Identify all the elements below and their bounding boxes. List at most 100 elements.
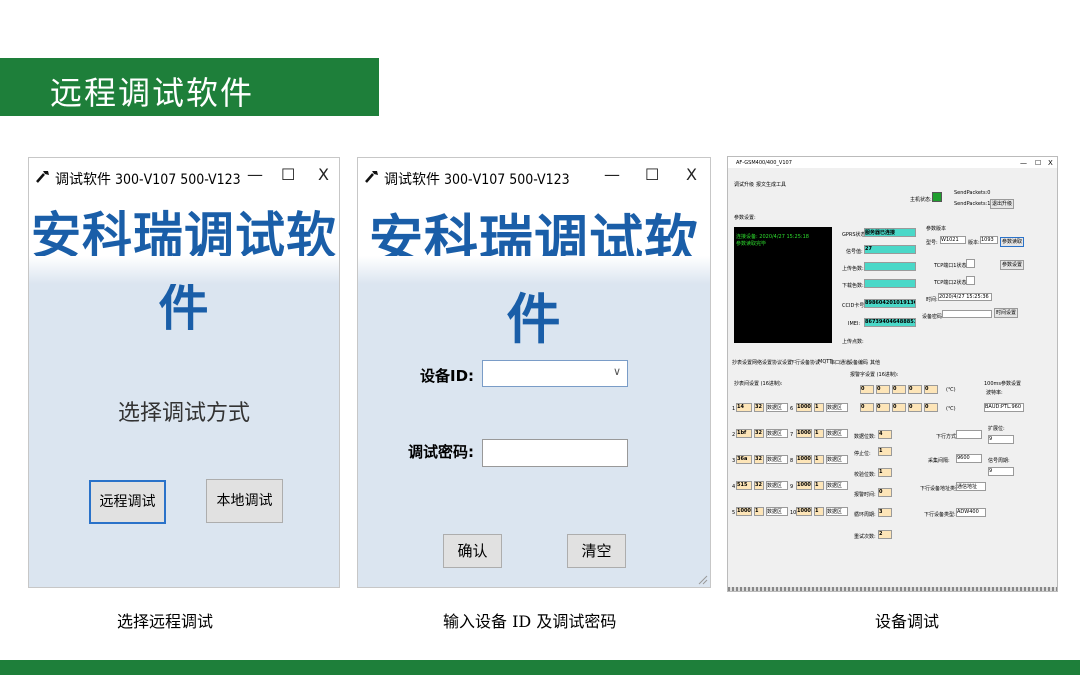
device-pw-field[interactable]: [942, 310, 992, 318]
alarm-word-field[interactable]: 0: [924, 403, 938, 412]
maximize-button[interactable]: ☐: [645, 165, 659, 184]
baud-select[interactable]: BAUD:PTL.960: [984, 403, 1024, 412]
exit-upgrade-button[interactable]: 退出升级: [990, 199, 1014, 209]
maximize-button[interactable]: ☐: [281, 165, 295, 184]
close-button[interactable]: X: [318, 165, 329, 184]
row-index: 7: [790, 432, 794, 438]
window-title-bar[interactable]: 调试软件 300-V107 500-V123 — ☐ X: [358, 158, 710, 194]
row-type-select[interactable]: 数据区: [766, 481, 788, 490]
row-length[interactable]: 1: [814, 429, 824, 438]
maximize-button[interactable]: ☐: [1035, 159, 1041, 167]
local-debug-button[interactable]: 本地调试: [206, 479, 283, 523]
tcp1-checkbox[interactable]: [966, 259, 975, 268]
retry-value[interactable]: 2: [878, 530, 892, 539]
alarm-word-field[interactable]: 0: [860, 403, 874, 412]
row-type-select[interactable]: 数据区: [766, 507, 788, 516]
row-address[interactable]: 36a: [736, 455, 752, 464]
downlink-mode-select[interactable]: [956, 430, 982, 439]
time-set-button[interactable]: 时间设置: [994, 308, 1018, 318]
row-type-select[interactable]: 数据区: [766, 429, 788, 438]
window-title-bar[interactable]: 调试软件 300-V107 500-V123 — ☐ X: [29, 158, 339, 194]
tab-protocol[interactable]: 协议设置: [772, 359, 792, 366]
row-address[interactable]: 14: [736, 403, 752, 412]
banner-fade: [358, 256, 710, 284]
row-length[interactable]: 32: [754, 481, 764, 490]
device-id-dropdown[interactable]: ∨: [482, 360, 628, 387]
row-length[interactable]: 32: [754, 455, 764, 464]
row-type-select[interactable]: 数据区: [826, 507, 848, 516]
check-value[interactable]: 1: [878, 468, 892, 477]
row-length[interactable]: 1: [814, 507, 824, 516]
alarm-word-field[interactable]: 0: [908, 403, 922, 412]
time-label: 时间:: [926, 297, 938, 303]
row-index: 5: [732, 510, 736, 516]
alarm-word-field[interactable]: 0: [892, 403, 906, 412]
tab-device-code[interactable]: 设备编码: [848, 359, 868, 366]
row-address[interactable]: 1000: [796, 481, 812, 490]
minimize-button[interactable]: —: [604, 165, 620, 184]
data-bits-value[interactable]: 4: [878, 430, 892, 439]
password-field[interactable]: [482, 439, 628, 467]
alarm-word-field[interactable]: 0: [876, 385, 890, 394]
row-type-select[interactable]: 数据区: [766, 403, 788, 412]
ext-select[interactable]: 9: [988, 435, 1014, 444]
alarm-word-field[interactable]: 0: [876, 403, 890, 412]
stop-bits-value[interactable]: 1: [878, 447, 892, 456]
menu-item-upgrade[interactable]: 调试升级: [734, 181, 754, 188]
tab-serial[interactable]: 串口通道: [830, 359, 850, 366]
alarm-word-field[interactable]: 0: [892, 385, 906, 394]
row-type-select[interactable]: 数据区: [826, 455, 848, 464]
row-length[interactable]: 1: [754, 507, 764, 516]
tab-network[interactable]: 网络设置: [752, 359, 772, 366]
close-button[interactable]: X: [686, 165, 697, 184]
tab-downlink[interactable]: 下行设备协议: [790, 359, 820, 366]
menu-item-packet-tool[interactable]: 报文生成工具: [756, 181, 786, 188]
clear-button[interactable]: 清空: [567, 534, 626, 568]
tab-meter[interactable]: 抄表设置: [732, 359, 752, 366]
alarm-word-label: 报警字设置 (16进制):: [850, 372, 899, 378]
tcp2-checkbox[interactable]: [966, 276, 975, 285]
row-type-select[interactable]: 数据区: [826, 403, 848, 412]
close-button[interactable]: X: [1048, 159, 1053, 167]
row-type-select[interactable]: 数据区: [826, 481, 848, 490]
device-pw-label: 设备密码:: [922, 314, 944, 320]
row-address[interactable]: 515: [736, 481, 752, 490]
collect-select[interactable]: 9600: [956, 454, 982, 463]
window-title-bar[interactable]: AF-GSM400/400_V107 — ☐ X: [728, 157, 1057, 168]
row-address[interactable]: 1000: [796, 429, 812, 438]
tcp2-label: TCP端口2状态:: [934, 280, 969, 286]
row-length[interactable]: 1: [814, 455, 824, 464]
minimize-button[interactable]: —: [247, 165, 263, 184]
remote-debug-button[interactable]: 远程调试: [89, 480, 166, 524]
set-params-button[interactable]: 参数设置: [1000, 260, 1024, 270]
minimize-button[interactable]: —: [1020, 159, 1027, 167]
password-label: 调试密码:: [408, 443, 474, 461]
row-type-select[interactable]: 数据区: [766, 455, 788, 464]
downlink-type-select[interactable]: 通信地址: [956, 482, 986, 491]
row-address[interactable]: 1bf: [736, 429, 752, 438]
tab-other[interactable]: 其他: [870, 359, 880, 366]
alarm-time-value[interactable]: 0: [878, 488, 892, 497]
signal-period-select[interactable]: 9: [988, 467, 1014, 476]
downlink-device-select[interactable]: ADW400: [956, 508, 986, 517]
imei-label: IMEI:: [848, 321, 861, 327]
row-address[interactable]: 1000: [796, 507, 812, 516]
confirm-button[interactable]: 确认: [443, 534, 502, 568]
alarm-word-field[interactable]: 0: [908, 385, 922, 394]
row-length[interactable]: 1: [814, 403, 824, 412]
table-row: 4 515 32 数据区 9 1000 1 数据区: [732, 481, 852, 491]
baud-label: 波特率:: [986, 390, 1003, 396]
upload-label: 上传色数:: [842, 266, 864, 272]
row-length[interactable]: 1: [814, 481, 824, 490]
alarm-word-field[interactable]: 0: [860, 385, 874, 394]
read-params-button[interactable]: 参数读取: [1000, 237, 1024, 247]
row-address[interactable]: 1000: [796, 403, 812, 412]
row-length[interactable]: 32: [754, 403, 764, 412]
row-length[interactable]: 32: [754, 429, 764, 438]
row-type-select[interactable]: 数据区: [826, 429, 848, 438]
alarm-word-field[interactable]: 0: [924, 385, 938, 394]
resize-grip-icon[interactable]: [698, 575, 708, 585]
row-address[interactable]: 1000: [736, 507, 752, 516]
row-address[interactable]: 1000: [796, 455, 812, 464]
loop-period-value[interactable]: 3: [878, 508, 892, 517]
